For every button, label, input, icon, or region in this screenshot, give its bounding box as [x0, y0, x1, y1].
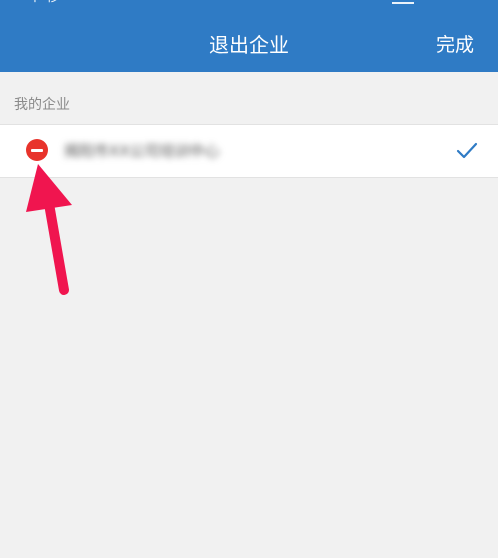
- remove-company-button[interactable]: [26, 139, 48, 161]
- company-list-item[interactable]: 揭阳市XX公司培训中心: [0, 124, 498, 178]
- company-name: 揭阳市XX公司培训中心: [64, 142, 220, 160]
- done-button[interactable]: 完成: [436, 0, 474, 90]
- navigation-bar: 中移 退出企业 完成: [0, 0, 498, 72]
- page-title: 退出企业: [209, 33, 289, 57]
- minus-circle-icon: [31, 149, 43, 152]
- section-header-my-companies: 我的企业: [14, 97, 70, 113]
- checkmark-icon: [456, 142, 478, 159]
